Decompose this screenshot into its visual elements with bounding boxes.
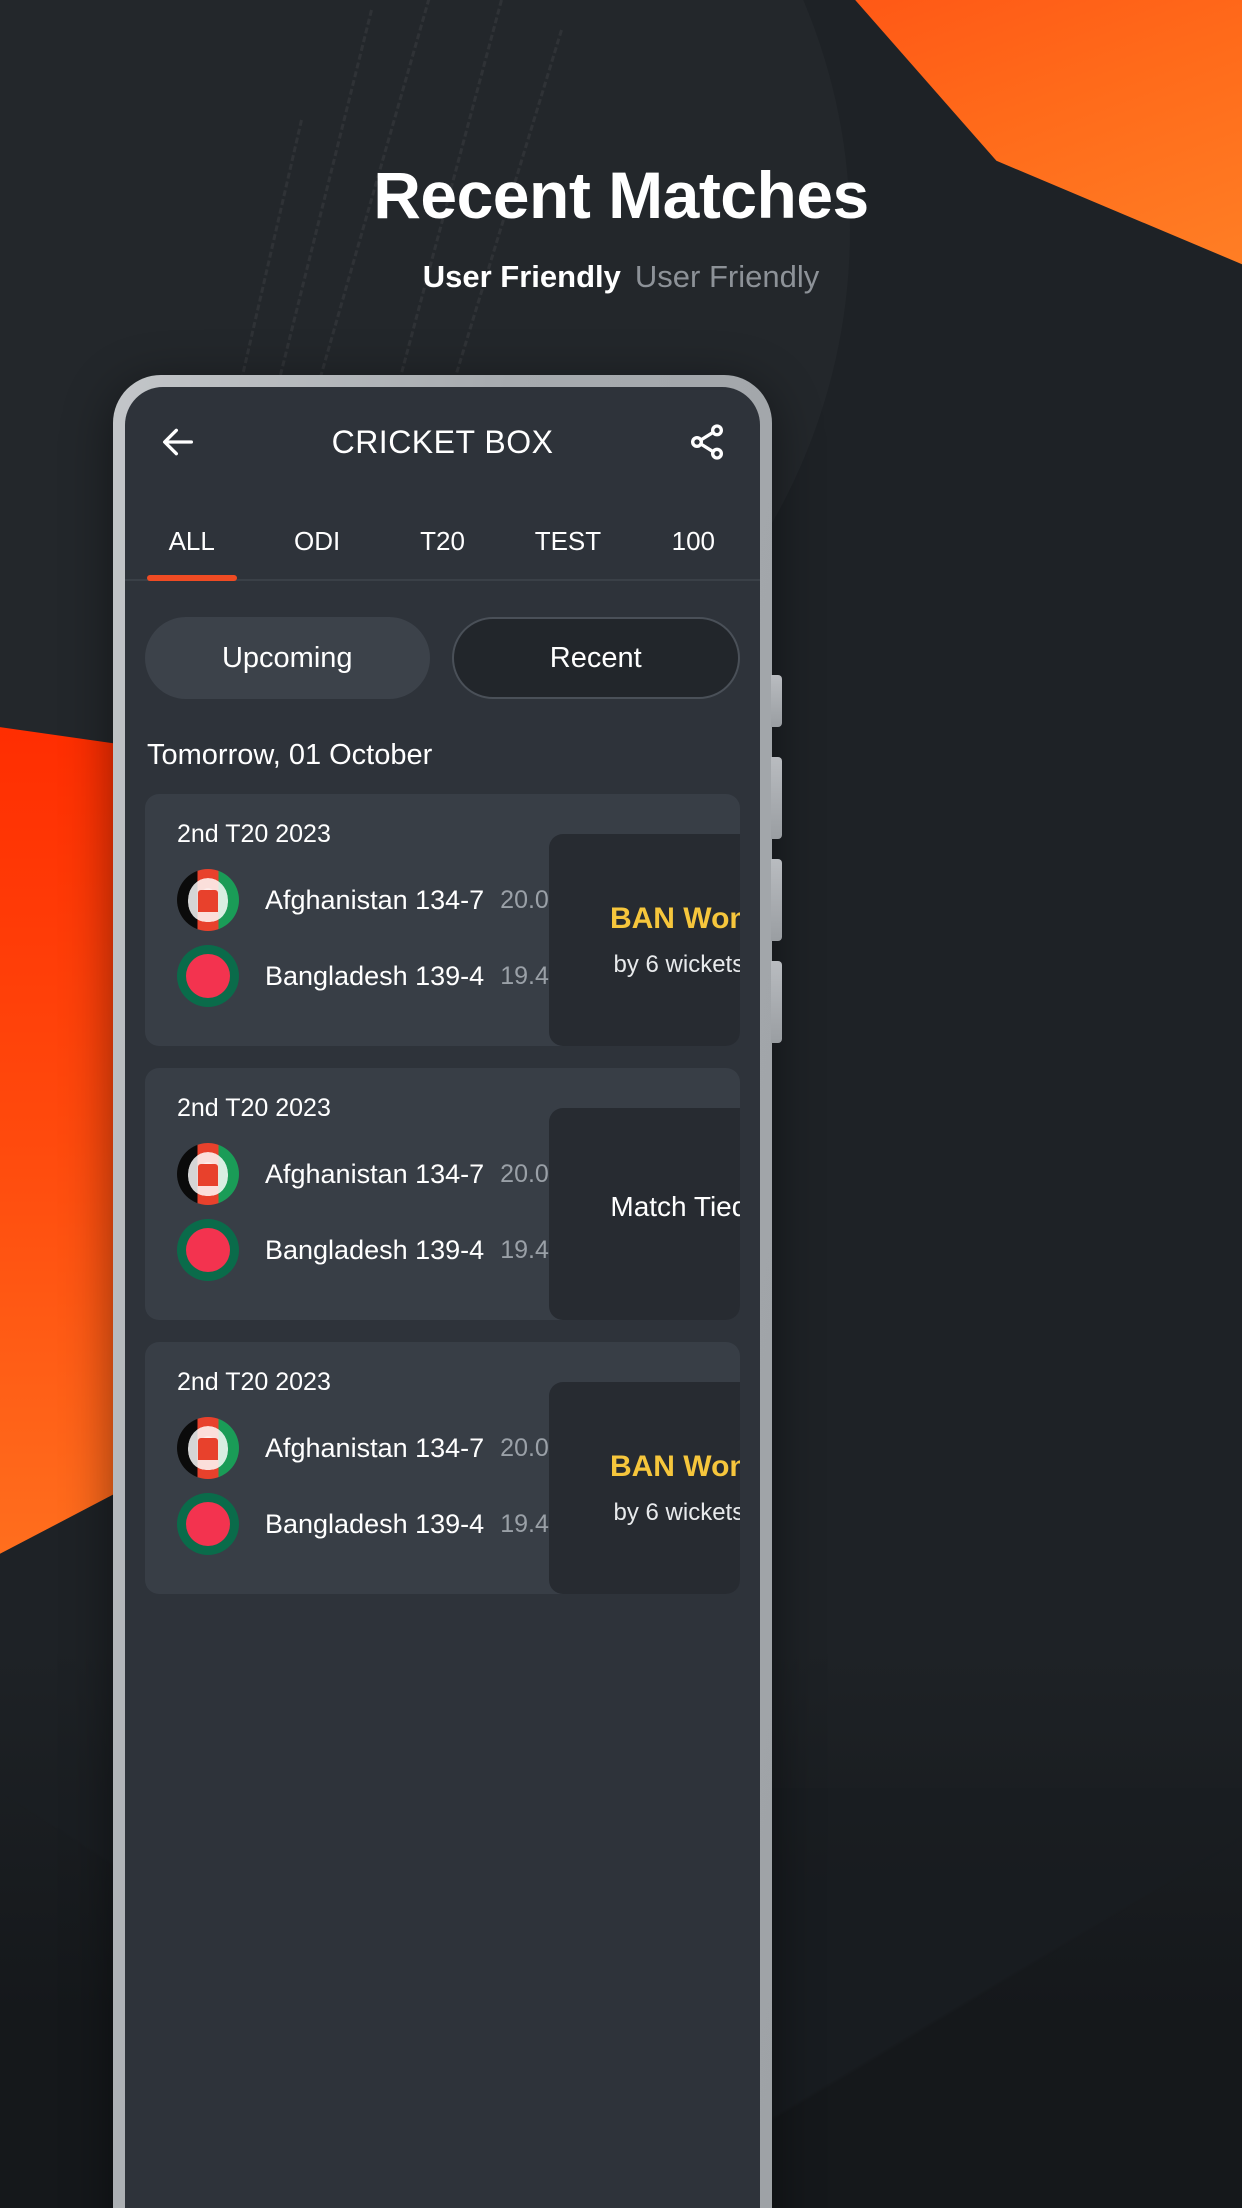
back-button[interactable] xyxy=(151,415,205,469)
team-row: Bangladesh 139-4 19.4 xyxy=(177,945,549,1007)
match-card-teams: 2nd T20 2023 Afghanistan 134-7 20.0 Bang… xyxy=(145,1068,549,1320)
bangladesh-flag-icon xyxy=(177,945,239,1007)
team-name: Afghanistan 134-7 xyxy=(265,1158,485,1189)
team-overs: 19.4 xyxy=(500,1235,549,1264)
upcoming-recent-toggle: Upcoming Recent xyxy=(125,581,760,723)
page-title: CRICKET BOX xyxy=(331,423,554,460)
team-row: Bangladesh 139-4 19.4 xyxy=(177,1493,549,1555)
result-subtitle: by 6 wickets xyxy=(613,1499,741,1526)
result-title: BAN Won xyxy=(609,1450,740,1483)
team-row: Bangladesh 139-4 19.4 xyxy=(177,1219,549,1281)
phone-mute-switch[interactable] xyxy=(771,675,782,727)
segment-upcoming[interactable]: Upcoming xyxy=(145,617,430,699)
match-card[interactable]: 2nd T20 2023 Afghanistan 134-7 20.0 Bang… xyxy=(145,1068,740,1320)
team-row: Afghanistan 134-7 20.0 xyxy=(177,1417,549,1479)
poster-subtitle-dim: User Friendly xyxy=(634,259,820,294)
team-overs: 20.0 xyxy=(500,885,549,914)
phone-volume-down-button[interactable] xyxy=(771,859,782,941)
series-name: 2nd T20 2023 xyxy=(177,1094,331,1122)
tab-100[interactable]: 100 xyxy=(631,526,756,579)
poster-subtitle-strong: User Friendly xyxy=(422,259,621,294)
poster-headline: Recent Matches xyxy=(373,158,869,232)
afghanistan-flag-icon xyxy=(177,1417,239,1479)
bangladesh-flag-icon xyxy=(177,1219,239,1281)
tab-odi[interactable]: ODI xyxy=(254,526,379,579)
series-name: 2nd T20 2023 xyxy=(177,1368,331,1396)
team-name: Afghanistan 134-7 xyxy=(265,884,485,915)
tab-t20[interactable]: T20 xyxy=(380,526,505,579)
match-card[interactable]: 2nd T20 2023 Afghanistan 134-7 20.0 Bang… xyxy=(145,794,740,1046)
poster-subtitle: User Friendly User Friendly xyxy=(0,261,1242,292)
team-row: Afghanistan 134-7 20.0 xyxy=(177,869,549,931)
team-overs: 20.0 xyxy=(500,1433,549,1462)
phone-volume-up-button[interactable] xyxy=(771,757,782,839)
match-card[interactable]: 2nd T20 2023 Afghanistan 134-7 20.0 Bang… xyxy=(145,1342,740,1594)
phone-screen: CRICKET BOX ALL ODI T20 TEST 100 Upcomin… xyxy=(125,387,760,2208)
match-card-teams: 2nd T20 2023 Afghanistan 134-7 20.0 Bang… xyxy=(145,1342,549,1594)
team-name: Bangladesh 139-4 xyxy=(265,1508,485,1539)
segment-recent[interactable]: Recent xyxy=(451,617,740,699)
date-header: Tomorrow, 01 October xyxy=(147,739,433,771)
afghanistan-flag-icon xyxy=(177,1143,239,1205)
share-button[interactable] xyxy=(680,415,734,469)
arrow-left-icon xyxy=(163,428,193,456)
bangladesh-flag-icon xyxy=(177,1493,239,1555)
match-result-panel: BAN Won by 6 wickets xyxy=(548,1382,741,1594)
result-title: BAN Won xyxy=(609,902,740,935)
afghanistan-flag-icon xyxy=(177,869,239,931)
phone-power-button[interactable] xyxy=(771,961,782,1043)
team-row: Afghanistan 134-7 20.0 xyxy=(177,1143,549,1205)
phone-mockup: CRICKET BOX ALL ODI T20 TEST 100 Upcomin… xyxy=(113,375,782,2208)
team-name: Afghanistan 134-7 xyxy=(265,1432,485,1463)
team-name: Bangladesh 139-4 xyxy=(265,960,485,991)
match-card-teams: 2nd T20 2023 Afghanistan 134-7 20.0 Bang… xyxy=(145,794,549,1046)
result-subtitle: by 6 wickets xyxy=(613,951,741,978)
category-tabs: ALL ODI T20 TEST 100 xyxy=(125,497,760,581)
match-result-panel: Match Tied xyxy=(548,1108,740,1320)
team-overs: 19.4 xyxy=(500,1509,549,1538)
tab-all[interactable]: ALL xyxy=(129,526,254,581)
series-name: 2nd T20 2023 xyxy=(177,820,331,848)
match-result-panel: BAN Won by 6 wickets xyxy=(548,834,741,1046)
match-list: 2nd T20 2023 Afghanistan 134-7 20.0 Bang… xyxy=(125,794,760,1594)
app-bar: CRICKET BOX xyxy=(125,387,760,497)
team-name: Bangladesh 139-4 xyxy=(265,1234,485,1265)
result-title: Match Tied xyxy=(610,1191,740,1223)
team-overs: 19.4 xyxy=(500,961,549,990)
poster-text-block: Recent Matches User Friendly User Friendl… xyxy=(0,162,1242,292)
tab-test[interactable]: TEST xyxy=(505,526,630,579)
share-icon xyxy=(691,424,723,460)
team-overs: 20.0 xyxy=(500,1159,549,1188)
